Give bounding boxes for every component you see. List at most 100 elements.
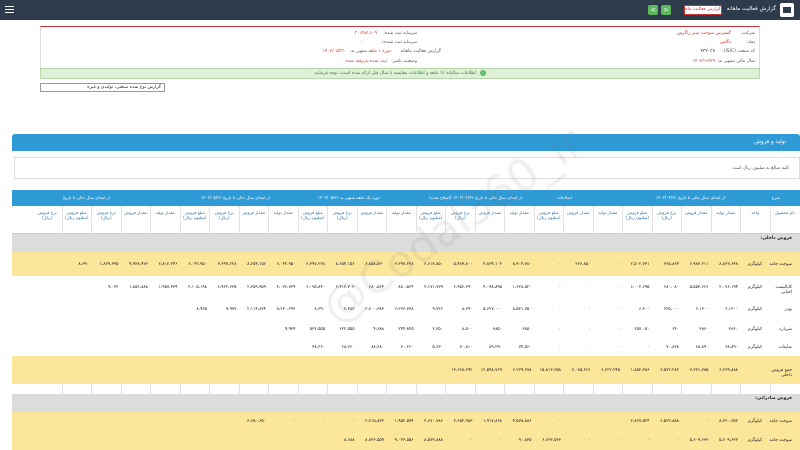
row-cell: ۸،۳۹۰ (78, 261, 89, 267)
row-cell: ۸،۸۲۳،۵۵۹ (365, 437, 384, 443)
row-cell: ۳،۰۷۶،۷۲۹ (276, 284, 296, 290)
row-cell: ۰ (676, 437, 679, 443)
row-cell: ۱۲،۵۹۸،۷۶۹ (480, 367, 502, 373)
sub-header-25: نرخ فروش (ریال) (37, 210, 57, 220)
note-text: کلیه مبالغ به میلیون ریال است (732, 166, 789, 171)
row-cell: ۰ (470, 437, 473, 443)
row-cell: ۰ (617, 284, 620, 290)
row-cell: ۹،۹۷۷ (225, 306, 237, 312)
row-cell: ۷۰،۸۲۸ (666, 344, 679, 350)
header-period-last-year: از ابتدای سال مالی تا تاریخ (63, 195, 110, 200)
row-cell: ۱،۹۱۷،۸۶۸ (483, 418, 502, 424)
row-unit: کیلوگرم (747, 326, 762, 332)
row-cell: ۱،۸۵۲،۳۸۶ (630, 367, 650, 373)
row-cell: ۴،۸۳۴،۱۰۴ (483, 261, 502, 267)
row-cell: ۶۸،۲۶۰ (341, 344, 355, 350)
row-cell: ۰ (617, 306, 620, 312)
row-cell: ۶،۲۳۶،۳۳۸ (394, 306, 414, 312)
sub-header-16: مبلغ فروش (میلیون ریال) (301, 210, 325, 220)
fiscal-value: ۱۴۰۲/۱۲/۲۹ (692, 59, 715, 64)
row-cell: ۰ (588, 306, 591, 312)
row-cell: ۰ (558, 418, 561, 424)
row-cell: ۲،۱۰۵،۱۹۸ (188, 284, 207, 290)
row-product-name: کاتالیست احیایی (775, 284, 792, 295)
row-cell: ۰ (558, 284, 561, 290)
row-cell: ۶،۵۷۲،۲۸۲ (660, 367, 679, 373)
row-cell: ۰ (706, 418, 709, 424)
sub-header-13: مقدار تولید (391, 210, 411, 215)
row-cell: ۲،۸۱۲،۳۴۶ (158, 261, 178, 267)
report-type-select[interactable]: گزارش نوع شده صنعتی، تولیدی و غیره (40, 83, 165, 92)
row-cell: ۸،۲۲۰،۲۹۶ (276, 306, 296, 312)
row-cell: ۰ (588, 418, 591, 424)
period-label: دوره ۱ ماهه (368, 49, 391, 54)
row-product-name: جمع فروش داخلی (771, 367, 792, 378)
row-cell: ۸،۵۰۰ (461, 326, 473, 332)
ending-label: منتهی به (350, 49, 367, 54)
info-alert: i اطلاعات سالیانه ۱۲ ماهه و اطلاعات مقای… (40, 68, 760, 79)
row-cell: ۹،۰۳۲ (107, 284, 119, 290)
report-type-button[interactable]: گزارش فعالیت ماه (684, 5, 722, 15)
symbol-label: نماد: (746, 40, 755, 45)
fiscal-label: سال مالی منتهی به: (717, 59, 755, 64)
group-label-export: فروش صادراتی: (755, 396, 792, 401)
row-cell: ۸۹،۲۹۰ (489, 344, 502, 350)
sub-header-17: مقدار تولید (273, 210, 293, 215)
row-cell: ۲۲۶،۸۵۰ (575, 261, 591, 267)
row-cell: ۲،۶۷۰،۷۸۶ (424, 418, 443, 424)
row-cell: ۷۰،۸۱۰ (459, 344, 473, 350)
sub-header-4: نرخ فروش (ریال) (657, 210, 677, 220)
section-title: تولید و فروش (754, 139, 786, 145)
row-cell: ۰ (352, 418, 355, 424)
table-top-header: شرح از ابتدای سال مالی تا تاریخ ۱۴۰۲/۰۴/… (12, 190, 800, 206)
row-cell: ۰ (617, 418, 620, 424)
row-cell: ۴،۳۸۸ (373, 326, 384, 332)
top-bar: < > گزارش فعالیت ماه گزارش فعالیت ماهانه (0, 0, 800, 20)
row-cell: ۰ (588, 284, 591, 290)
row-cell: ۰ (647, 437, 650, 443)
row-product-name: پودر (784, 306, 792, 312)
row-cell: ۵۲۲،۵۵۵ (309, 326, 325, 332)
row-cell: ۶،۱۳۰۰ (695, 306, 709, 312)
row-cell: ۸،۸۲۳،۶۴۸ (719, 261, 738, 267)
row-cell: ۳۸۶۰ (728, 326, 738, 332)
row-cell: ۰ (588, 437, 591, 443)
sub-header-14: مقدار فروش (360, 210, 384, 215)
sub-header-1: واحد (751, 210, 760, 215)
prev-button[interactable]: < (648, 5, 658, 15)
company-value: گسترش سوخت سبز زاگرس (676, 31, 731, 36)
row-cell: ۲،۷۱۵،۸۷۲ (365, 418, 384, 424)
row-cell: ۱،۶۲۸،۵۲۰ (512, 284, 532, 290)
next-button[interactable]: > (661, 5, 671, 15)
row-cell: ۲۴۴،۸۴۵ (398, 326, 414, 332)
alert-text: اطلاعات سالیانه ۱۲ ماهه و اطلاعات مقایسه… (314, 71, 477, 76)
sub-header-3: مقدار فروش (684, 210, 708, 215)
row-cell: ۰ (617, 261, 620, 267)
row-cell: ۵،۵۵۳،۶۶۶ (689, 284, 709, 290)
row-cell: ۵،۴۸۹،۸۰۰ (453, 261, 473, 267)
row-cell: ۶۴۰ (672, 326, 679, 332)
menu-icon[interactable] (5, 6, 14, 13)
codal-logo-icon (780, 3, 794, 17)
row-cell: ۵،۶۳۰ (432, 344, 443, 350)
sub-header-24: مبلغ فروش (میلیون ریال) (65, 210, 89, 220)
status-value: ثبت شده پذیرفته شده (345, 59, 387, 64)
row-cell: ۴،۰۹۸،۸۹۵ (483, 284, 502, 290)
row-cell: ۱۵،۸۱۳،۳۵۸ (539, 367, 561, 373)
sub-header-18: مقدار فروش (242, 210, 266, 215)
row-cell: ۳،۶۵۰،۶۵۰ (247, 418, 266, 424)
row-cell: ۰ (558, 326, 561, 332)
row-cell: ۱،۸۲۹،۳۹۵ (99, 261, 119, 267)
header-period-current: از ابتدای سال مالی تا تاریخ ۱۴۰۲/۰۵/۳۱ (200, 195, 270, 200)
sub-header-0: نام محصول (774, 210, 795, 215)
row-cell: ۰ (558, 344, 561, 350)
sub-header-7: مقدار فروش (566, 210, 590, 215)
row-cell: ۶۲۵،۰۰۰ (663, 306, 679, 312)
row-cell: ۶،۰۰۲،۶۹۵ (630, 284, 650, 290)
row-cell: ۶،۶۳۳،۵۳۳ (542, 437, 561, 443)
row-cell: ۰ (322, 418, 325, 424)
row-cell: ۱،۸۵۶،۸۸۸ (129, 284, 148, 290)
row-cell: ۰ (558, 261, 561, 267)
row-cell: ۷۰،۲۶۰ (400, 344, 414, 350)
row-cell: ۸،۵۳۱،۷۵۰ (512, 306, 532, 312)
